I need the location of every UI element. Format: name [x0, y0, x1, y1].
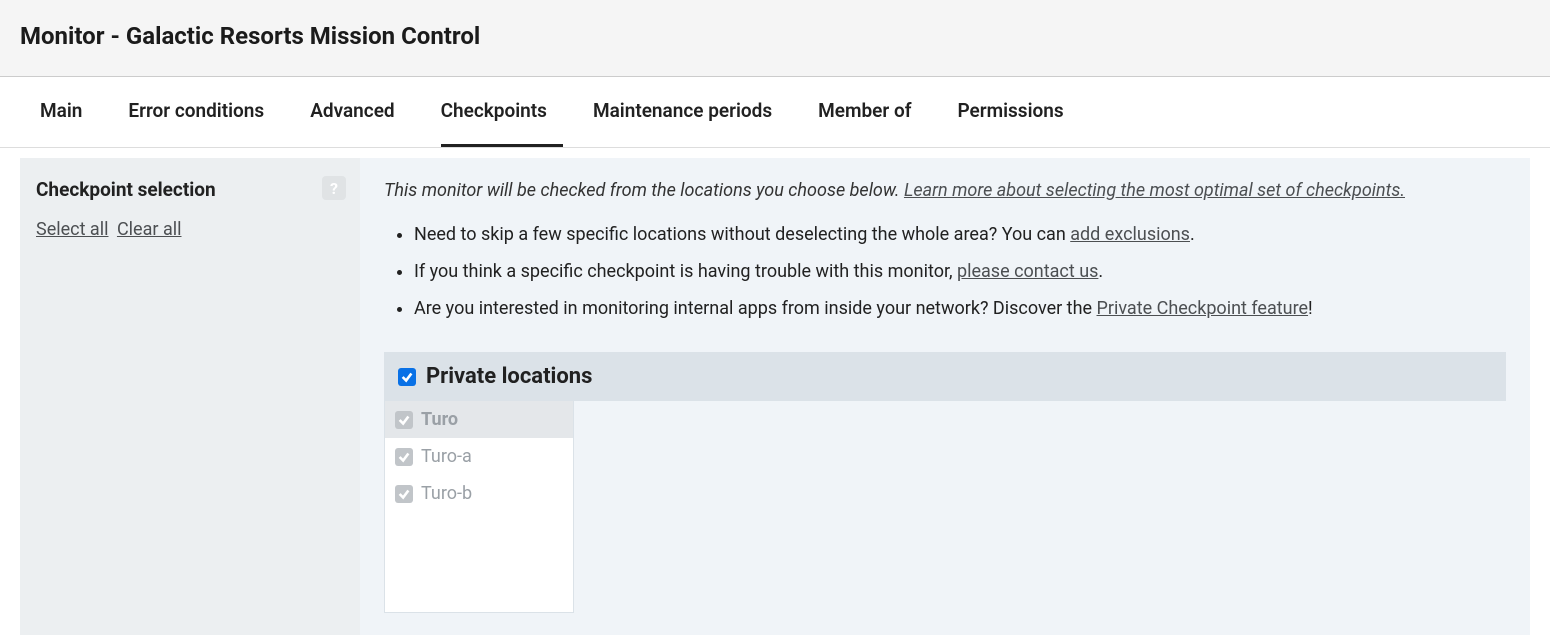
checkbox-icon[interactable] — [395, 448, 413, 466]
private-locations-label: Private locations — [426, 364, 592, 389]
add-exclusions-link[interactable]: add exclusions — [1070, 224, 1190, 245]
private-checkpoint-link[interactable]: Private Checkpoint feature — [1097, 298, 1309, 319]
content-wrapper: Checkpoint selection ? Select all Clear … — [0, 148, 1550, 635]
private-locations-checkbox[interactable] — [398, 368, 416, 386]
main-panel: This monitor will be checked from the lo… — [360, 158, 1530, 635]
tab-main[interactable]: Main — [40, 77, 98, 147]
tab-error-conditions[interactable]: Error conditions — [128, 77, 280, 147]
group-spacer — [385, 512, 573, 612]
select-all-link[interactable]: Select all — [36, 219, 108, 240]
bullet-private-checkpoint: Are you interested in monitoring interna… — [414, 295, 1506, 322]
contact-us-link[interactable]: please contact us — [957, 261, 1098, 282]
clear-all-link[interactable]: Clear all — [117, 219, 182, 240]
location-group-box: Turo Turo-a Turo-b — [384, 401, 574, 613]
location-item-turo[interactable]: Turo — [385, 401, 573, 438]
intro-text-part: This monitor will be checked from the lo… — [384, 180, 904, 201]
page-header: Monitor - Galactic Resorts Mission Contr… — [0, 0, 1550, 77]
tab-checkpoints[interactable]: Checkpoints — [441, 77, 563, 147]
sidebar-links: Select all Clear all — [36, 219, 344, 240]
page-title: Monitor - Galactic Resorts Mission Contr… — [20, 22, 1530, 50]
location-item-turo-b[interactable]: Turo-b — [385, 475, 573, 512]
location-label: Turo-b — [421, 483, 472, 504]
checkbox-icon[interactable] — [395, 485, 413, 503]
info-bullets: Need to skip a few specific locations wi… — [384, 221, 1506, 322]
location-label: Turo — [421, 409, 458, 430]
private-locations-header[interactable]: Private locations — [384, 352, 1506, 401]
help-icon[interactable]: ? — [322, 176, 346, 200]
tab-bar: Main Error conditions Advanced Checkpoin… — [0, 77, 1550, 148]
tab-advanced[interactable]: Advanced — [310, 77, 410, 147]
sidebar-title: Checkpoint selection — [36, 178, 344, 201]
tab-maintenance-periods[interactable]: Maintenance periods — [593, 77, 788, 147]
bullet-exclusions: Need to skip a few specific locations wi… — [414, 221, 1506, 248]
checkbox-icon[interactable] — [395, 411, 413, 429]
location-item-turo-a[interactable]: Turo-a — [385, 438, 573, 475]
location-label: Turo-a — [421, 446, 472, 467]
learn-more-link[interactable]: Learn more about selecting the most opti… — [904, 180, 1405, 201]
tab-member-of[interactable]: Member of — [818, 77, 927, 147]
bullet-contact: If you think a specific checkpoint is ha… — [414, 258, 1506, 285]
tab-permissions[interactable]: Permissions — [957, 77, 1079, 147]
checkpoint-sidebar: Checkpoint selection ? Select all Clear … — [20, 158, 360, 635]
intro-text: This monitor will be checked from the lo… — [384, 180, 1506, 201]
